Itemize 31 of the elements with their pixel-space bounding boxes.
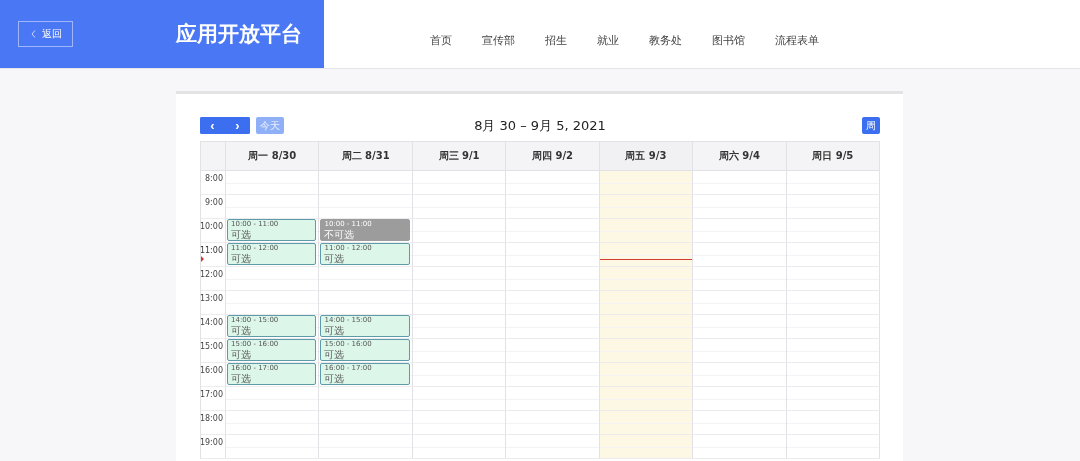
nav-link[interactable]: 招生 bbox=[545, 32, 567, 48]
back-button[interactable]: 返回 bbox=[18, 21, 73, 47]
day-header: 周六 9/4 bbox=[693, 142, 787, 171]
day-header: 周日 9/5 bbox=[786, 142, 880, 171]
time-label: 10:00 bbox=[199, 222, 223, 232]
time-label: 18:00 bbox=[199, 414, 223, 424]
nav-link[interactable]: 宣传部 bbox=[482, 32, 515, 48]
time-label: 11:00 bbox=[199, 246, 223, 256]
nav-link[interactable]: 就业 bbox=[597, 32, 619, 48]
date-range-title: 8月 30 – 9月 5, 2021 bbox=[474, 116, 606, 135]
time-label: 8:00 bbox=[205, 174, 223, 184]
nav-link[interactable]: 流程表单 bbox=[775, 32, 819, 48]
time-label: 9:00 bbox=[205, 198, 223, 208]
chevron-left-icon bbox=[31, 30, 36, 38]
day-header: 周一 8/30 bbox=[226, 142, 320, 171]
time-label: 15:00 bbox=[199, 342, 223, 352]
nav-link[interactable]: 图书馆 bbox=[712, 32, 745, 48]
time-label: 19:00 bbox=[199, 438, 223, 448]
time-label: 14:00 bbox=[199, 318, 223, 328]
day-header: 周二 8/31 bbox=[319, 142, 413, 171]
week-view-button[interactable]: 周 bbox=[862, 117, 880, 134]
time-label: 16:00 bbox=[199, 366, 223, 376]
time-label: 12:00 bbox=[199, 270, 223, 280]
app-title: 应用开放平台 bbox=[176, 21, 302, 48]
time-label: 13:00 bbox=[199, 294, 223, 304]
nav-link[interactable]: 首页 bbox=[430, 32, 452, 48]
day-header: 周四 9/2 bbox=[506, 142, 600, 171]
time-label: 17:00 bbox=[199, 390, 223, 400]
day-header: 周五 9/3 bbox=[599, 142, 694, 171]
nav-link[interactable]: 教务处 bbox=[649, 32, 682, 48]
day-header: 周三 9/1 bbox=[412, 142, 507, 171]
